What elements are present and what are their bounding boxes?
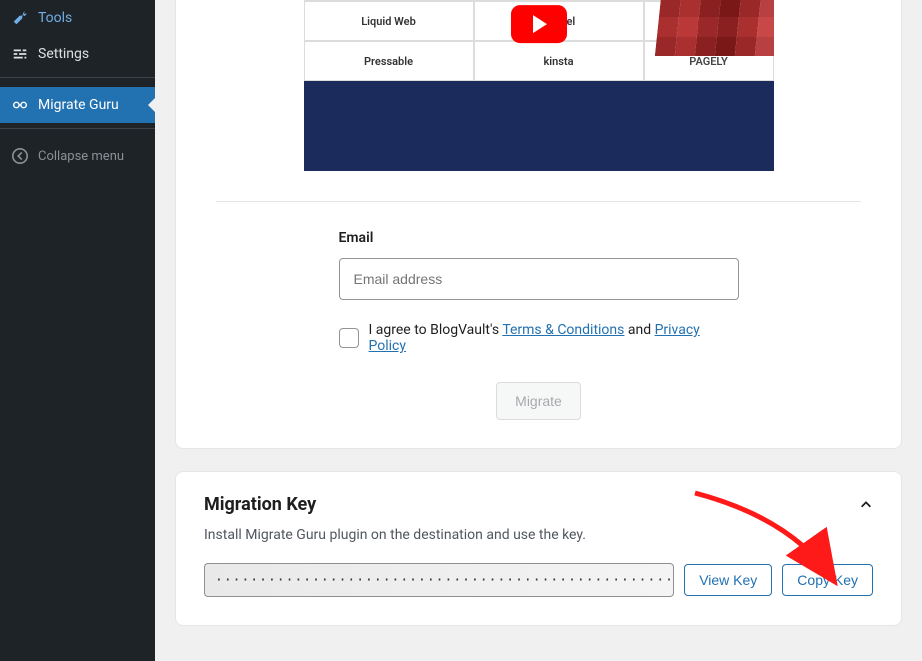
sidebar-item-collapse[interactable]: Collapse menu [0,138,155,174]
play-icon[interactable] [511,5,567,43]
migration-key-field[interactable]: ········································… [204,563,674,597]
admin-sidebar: Tools Settings Migrate Guru Collapse men… [0,0,155,661]
video-thumbnail[interactable]: bluehost HostGator WPengine Drea A2 HOST… [304,0,774,171]
sidebar-item-label: Settings [38,46,89,62]
migration-key-title: Migration Key [204,494,316,515]
collapse-icon [10,146,30,166]
migrate-button[interactable]: Migrate [496,382,581,420]
terms-link[interactable]: Terms & Conditions [502,322,624,338]
sidebar-item-label: Tools [38,10,72,26]
copy-key-button[interactable]: Copy Key [782,564,873,596]
logo-cell: Liquid Web [304,1,474,41]
sidebar-separator [0,77,155,82]
main-content: bluehost HostGator WPengine Drea A2 HOST… [155,0,922,661]
agree-checkbox[interactable] [339,328,359,348]
sidebar-separator [0,128,155,133]
email-input[interactable] [339,258,739,300]
sidebar-item-migrate-guru[interactable]: Migrate Guru [0,87,155,123]
logo-grid: bluehost HostGator WPengine Drea A2 HOST… [304,0,644,171]
migrate-icon [10,95,30,115]
sidebar-item-tools[interactable]: Tools [0,0,155,36]
migrate-form-card: bluehost HostGator WPengine Drea A2 HOST… [175,0,902,449]
view-key-button[interactable]: View Key [684,564,772,596]
migration-key-desc: Install Migrate Guru plugin on the desti… [204,527,873,543]
agree-text: I agree to BlogVault's Terms & Condition… [369,322,739,354]
email-label: Email [339,230,739,246]
chevron-up-icon[interactable] [859,498,873,512]
migrate-form: Email I agree to BlogVault's Terms & Con… [216,201,861,420]
wrench-icon [10,8,30,28]
sidebar-item-label: Migrate Guru [38,97,119,113]
sidebar-item-label: Collapse menu [38,149,124,164]
agree-row: I agree to BlogVault's Terms & Condition… [339,322,739,354]
pixelated-overlay [654,0,773,56]
sidebar-item-settings[interactable]: Settings [0,36,155,72]
migration-key-card: Migration Key Install Migrate Guru plugi… [175,471,902,626]
sliders-icon [10,44,30,64]
logo-cell: Pressable [304,41,474,81]
logo-cell: kinsta [474,41,644,81]
